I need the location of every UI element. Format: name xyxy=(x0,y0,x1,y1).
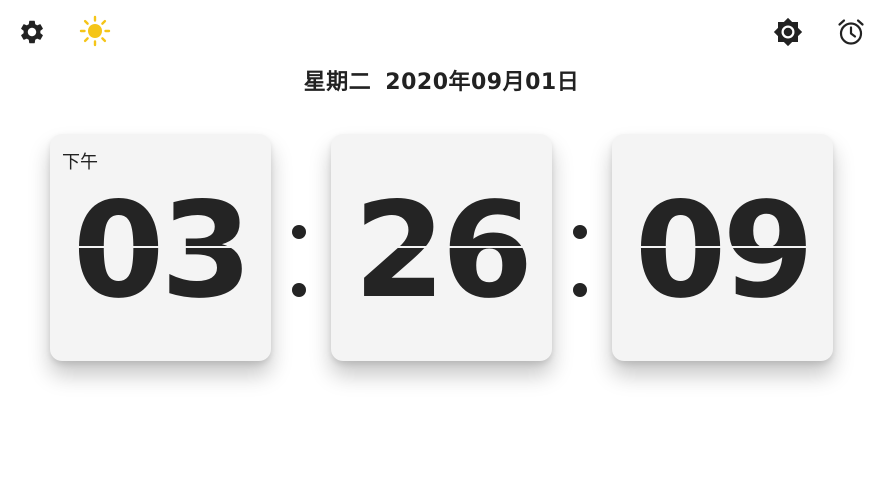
colon-separator xyxy=(573,225,587,301)
brightness-icon xyxy=(773,17,803,47)
flip-divider xyxy=(50,246,271,248)
minutes-card: 26 xyxy=(331,134,552,361)
date-display: 星期二 2020年09月01日 xyxy=(0,64,883,96)
theme-toggle-button[interactable] xyxy=(79,15,111,47)
ampm-label: 下午 xyxy=(62,152,98,173)
flip-clock-screen: 星期二 2020年09月01日 03 下午 26 09 xyxy=(0,0,883,497)
settings-button[interactable] xyxy=(16,16,48,48)
brightness-button[interactable] xyxy=(772,16,804,48)
colon-dot xyxy=(573,283,587,297)
date-label: 2020年09月01日 xyxy=(385,70,580,95)
colon-dot xyxy=(292,225,306,239)
flip-divider xyxy=(612,246,833,248)
colon-dot xyxy=(573,225,587,239)
colon-separator xyxy=(292,225,306,301)
gear-icon xyxy=(21,20,43,44)
seconds-card: 09 xyxy=(612,134,833,361)
sun-icon xyxy=(79,15,111,47)
flip-divider xyxy=(331,246,552,248)
colon-dot xyxy=(292,283,306,297)
alarm-button[interactable] xyxy=(835,16,867,48)
hours-card: 03 下午 xyxy=(50,134,271,361)
weekday-label: 星期二 xyxy=(303,70,372,95)
alarm-clock-icon xyxy=(838,19,864,45)
